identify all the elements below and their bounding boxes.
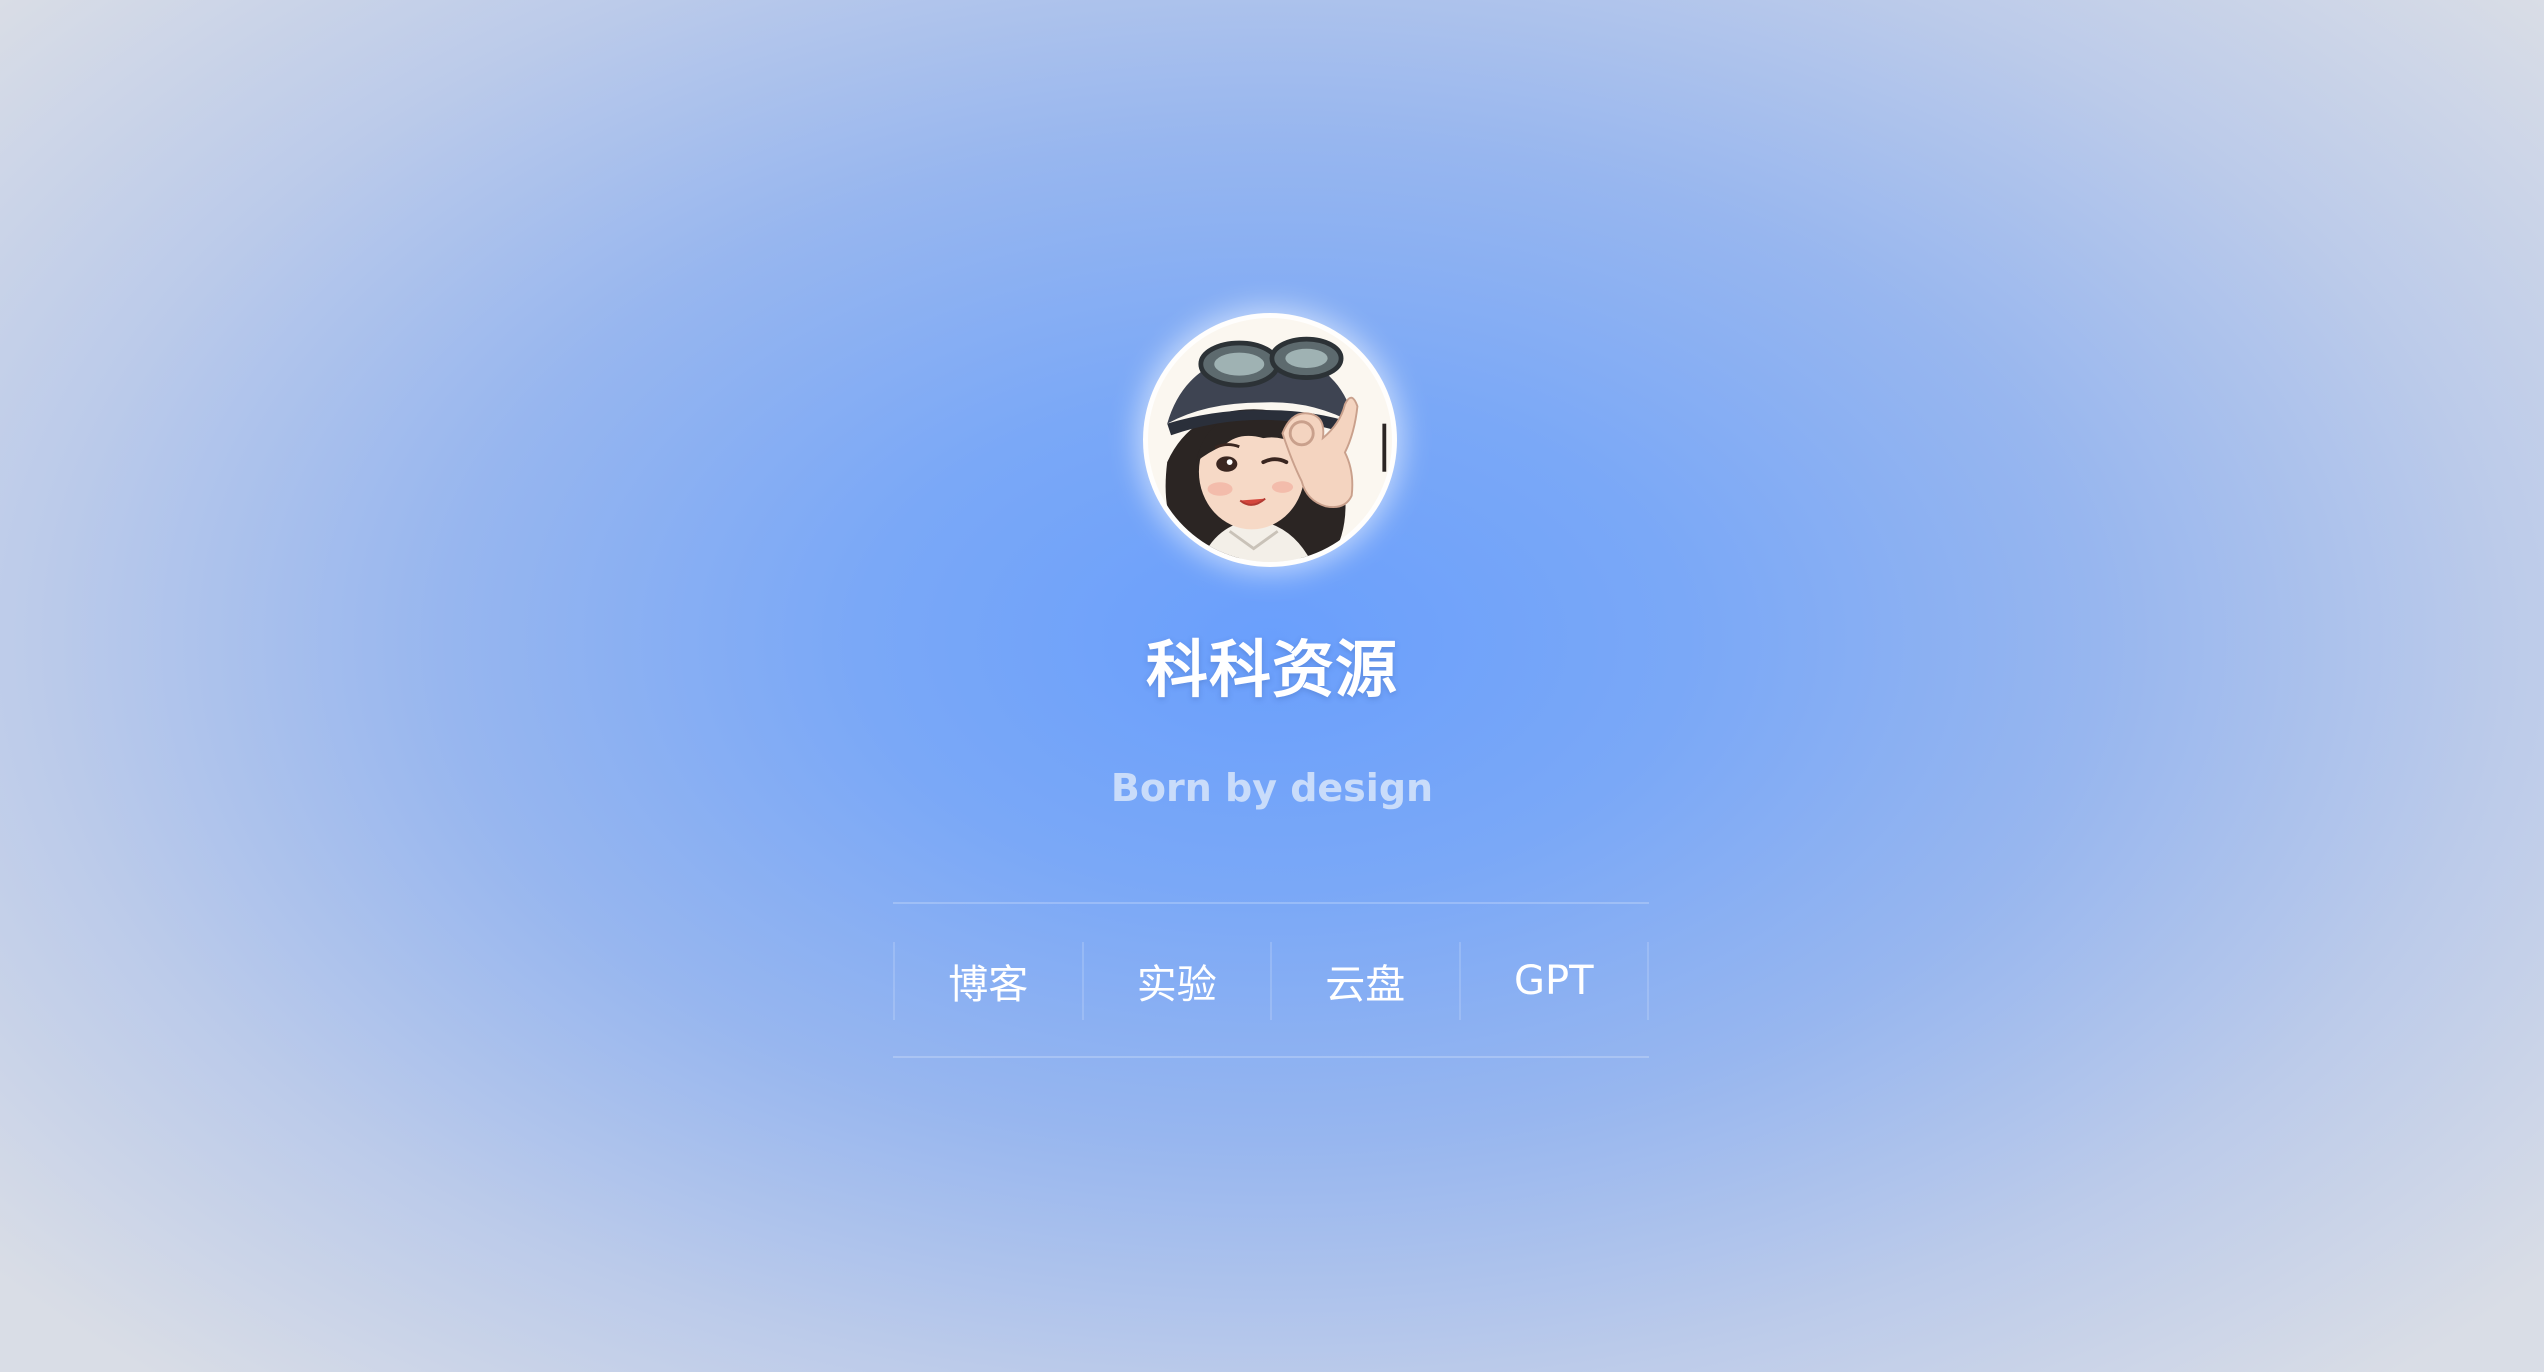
nav-list: 博客 实验 云盘 GPT (893, 942, 1649, 1020)
avatar (1143, 313, 1397, 567)
avatar-girl-icon (1148, 318, 1392, 562)
nav-bar: 博客 实验 云盘 GPT (893, 902, 1649, 1058)
nav-item-cloud-drive[interactable]: 云盘 (1270, 942, 1459, 1020)
nav-item-gpt[interactable]: GPT (1458, 942, 1649, 1020)
site-tagline: Born by design (1110, 766, 1434, 810)
nav-item-lab[interactable]: 实验 (1081, 942, 1271, 1020)
landing-page: 科科资源 Born by design 博客 实验 云盘 GPT (0, 0, 2544, 1372)
nav-item-blog[interactable]: 博客 (893, 942, 1082, 1020)
site-title: 科科资源 (1145, 633, 1398, 706)
